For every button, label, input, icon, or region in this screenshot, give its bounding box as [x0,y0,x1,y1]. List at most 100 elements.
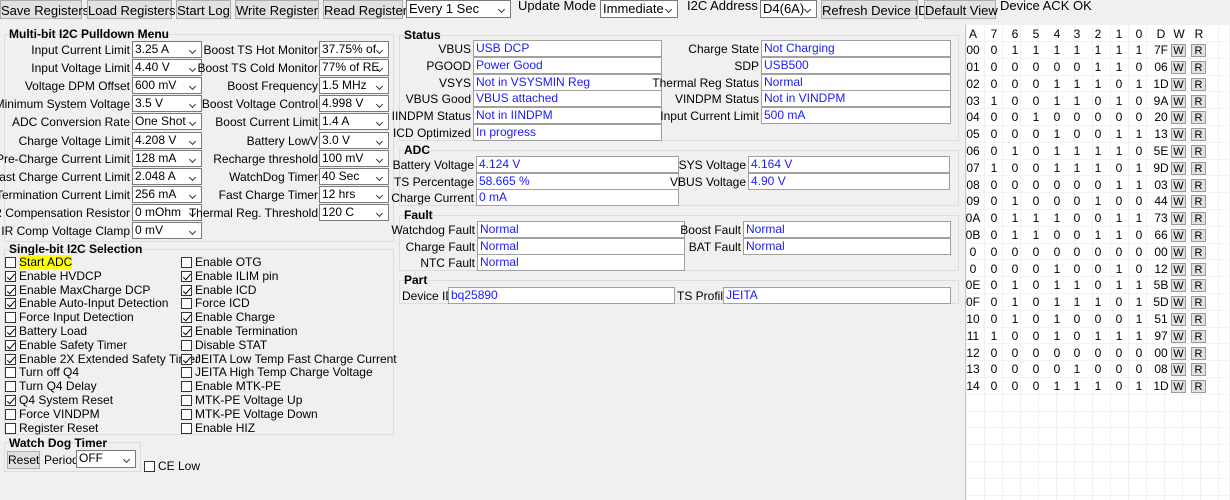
enable-2x-extended-safety-timer-checkbox[interactable]: Enable 2X Extended Safety Timer [5,352,199,366]
read-register-button[interactable]: R [1191,229,1206,242]
register-bit[interactable]: 1 [1069,93,1085,109]
register-bit[interactable]: 0 [1090,244,1106,260]
register-bit[interactable]: 0 [1049,193,1065,209]
register-bit[interactable]: 1 [986,328,1002,344]
register-bit[interactable]: 0 [1111,109,1127,125]
register-bit[interactable]: 1 [1069,361,1085,377]
write-register-button[interactable]: W [1171,296,1186,310]
register-bit[interactable]: 0 [1069,126,1085,142]
minimum-system-voltage-select[interactable]: 3.5 V [132,95,202,113]
register-bit[interactable]: 0 [986,193,1002,209]
register-bit[interactable]: 1 [1049,143,1065,159]
write-register-button[interactable]: Write Register [235,0,319,19]
boost-ts-hot-monitor-select[interactable]: 37.75% of [319,41,389,58]
register-bit[interactable]: 1 [1111,210,1127,226]
register-bit[interactable]: 1 [1131,42,1147,58]
adc-conversion-rate-select[interactable]: One Shot [132,113,202,131]
register-bit[interactable]: 1 [1049,93,1065,109]
start-adc-checkbox[interactable]: Start ADC [5,255,73,269]
register-bit[interactable]: 0 [986,42,1002,58]
register-bit[interactable]: 0 [1069,261,1085,277]
register-bit[interactable]: 0 [1028,244,1044,260]
battery-load-checkbox[interactable]: Battery Load [5,325,87,338]
register-bit[interactable]: 0 [986,361,1002,377]
register-bit[interactable]: 0 [1090,210,1106,226]
register-bit[interactable]: 0 [1069,59,1085,75]
register-bit[interactable]: 0 [1049,59,1065,75]
read-register-button[interactable]: Read Register [323,0,407,19]
write-register-button[interactable]: W [1171,245,1186,259]
enable-hiz-checkbox[interactable]: Enable HIZ [181,421,255,435]
register-bit[interactable]: 0 [1069,227,1085,243]
register-bit[interactable]: 0 [1049,227,1065,243]
register-bit[interactable]: 1 [1131,210,1147,226]
write-register-button[interactable]: W [1171,380,1186,394]
pre-charge-current-limit-select[interactable]: 128 mA [132,149,202,167]
register-bit[interactable]: 1 [1049,294,1065,310]
write-register-button[interactable]: W [1171,313,1186,326]
write-register-button[interactable]: W [1171,329,1186,343]
register-reset-checkbox[interactable]: Register Reset [5,421,98,435]
enable-mtk-pe-checkbox[interactable]: Enable MTK-PE [181,380,281,393]
register-bit[interactable]: 0 [1007,345,1023,361]
register-bit[interactable]: 0 [1028,93,1044,109]
register-bit[interactable]: 0 [986,59,1002,75]
register-bit[interactable]: 0 [1049,109,1065,125]
write-register-button[interactable]: W [1171,111,1186,125]
watchdog-reset-button[interactable]: Reset [7,451,40,469]
register-bit[interactable]: 0 [986,345,1002,361]
write-register-button[interactable]: W [1171,77,1186,91]
register-bit[interactable]: 0 [1007,59,1023,75]
register-bit[interactable]: 0 [1028,311,1044,327]
register-bit[interactable]: 0 [1028,193,1044,209]
force-vindpm-checkbox[interactable]: Force VINDPM [5,407,100,421]
register-bit[interactable]: 0 [986,311,1002,327]
register-bit[interactable]: 0 [986,378,1002,394]
register-bit[interactable]: 0 [1111,345,1127,361]
q4-system-reset-checkbox[interactable]: Q4 System Reset [5,394,113,407]
save-registers-button[interactable]: Save Registers [0,0,89,19]
recharge-threshold-select[interactable]: 100 mV [319,149,389,167]
register-bit[interactable]: 0 [986,143,1002,159]
enable-hvdcp-checkbox[interactable]: Enable HVDCP [5,269,102,283]
register-bit[interactable]: 1 [1007,143,1023,159]
read-register-button[interactable]: R [1191,262,1206,276]
read-register-button[interactable]: R [1191,245,1206,259]
register-bit[interactable]: 1 [1069,277,1085,293]
register-bit[interactable]: 1 [1111,59,1127,75]
ce-low-checkbox[interactable]: CE Low [144,460,200,473]
register-bit[interactable]: 0 [1007,109,1023,125]
register-grid[interactable]: A 7 6 5 4 3 2 1 0 D W R 00 0 1 1 1 1 1 1 1 7F W R 01 0 0 0 0 0 1 1 0 06 W R… [965,25,1229,500]
register-bit[interactable]: 1 [1111,227,1127,243]
enable-charge-checkbox[interactable]: Enable Charge [181,311,275,324]
register-bit[interactable]: 0 [986,277,1002,293]
register-bit[interactable]: 0 [1069,210,1085,226]
input-voltage-limit-select[interactable]: 4.40 V [132,59,202,77]
default-view-button[interactable]: Default View [924,0,998,19]
register-bit[interactable]: 0 [1090,361,1106,377]
read-register-button[interactable]: R [1191,296,1206,310]
register-bit[interactable]: 1 [1049,160,1065,176]
register-bit[interactable]: 1 [1049,328,1065,344]
register-bit[interactable]: 1 [1090,294,1106,310]
register-bit[interactable]: 0 [1131,244,1147,260]
write-register-button[interactable]: W [1171,44,1186,58]
register-bit[interactable]: 0 [1090,345,1106,361]
register-bit[interactable]: 1 [1069,42,1085,58]
thermal-reg-threshold-select[interactable]: 120 C [319,203,389,221]
register-bit[interactable]: 1 [1007,277,1023,293]
read-register-button[interactable]: R [1191,61,1206,74]
register-bit[interactable]: 0 [1028,177,1044,193]
register-bit[interactable]: 1 [1049,277,1065,293]
register-bit[interactable]: 0 [1049,244,1065,260]
register-bit[interactable]: 0 [1131,193,1147,209]
register-bit[interactable]: 0 [1111,294,1127,310]
register-bit[interactable]: 1 [1069,143,1085,159]
enable-termination-checkbox[interactable]: Enable Termination [181,325,298,338]
register-bit[interactable]: 0 [1090,109,1106,125]
register-bit[interactable]: 0 [1069,345,1085,361]
force-input-detection-checkbox[interactable]: Force Input Detection [5,311,134,324]
boost-current-limit-select[interactable]: 1.4 A [319,113,389,131]
register-bit[interactable]: 0 [1007,244,1023,260]
register-bit[interactable]: 1 [1090,378,1106,394]
